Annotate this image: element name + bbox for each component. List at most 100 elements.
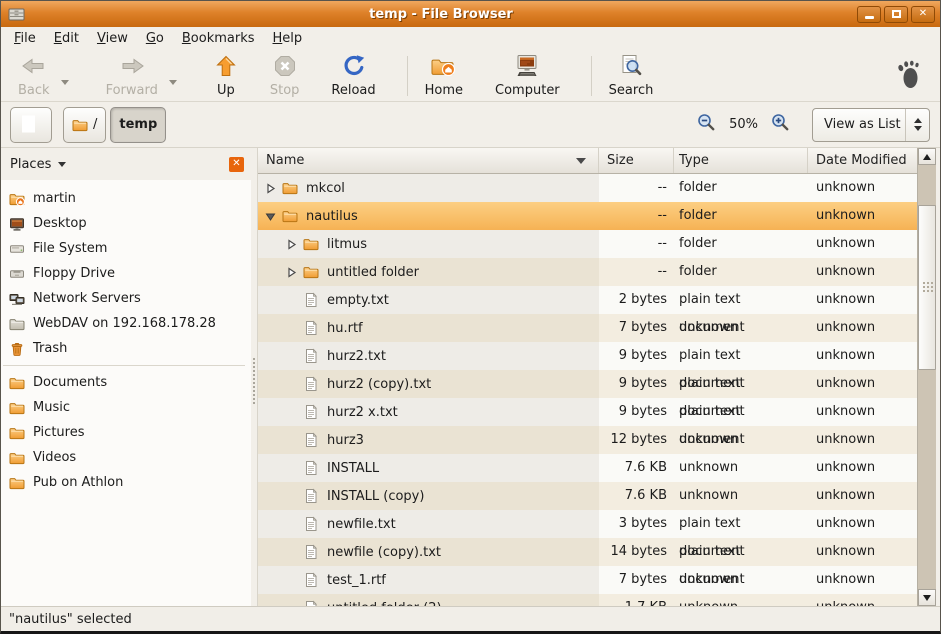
table-row[interactable]: hurz2.txt9 bytesplain text documentunkno…	[258, 342, 917, 370]
sidebar-item-videos[interactable]: Videos	[1, 445, 251, 470]
table-row[interactable]: newfile.txt3 bytesplain text documentunk…	[258, 510, 917, 538]
sidebar-item-label: Desktop	[33, 216, 87, 231]
folder-icon	[282, 208, 298, 224]
type-cell: unknown	[674, 482, 808, 510]
path-button-label: temp	[119, 117, 157, 132]
user-home-icon	[9, 191, 25, 207]
computer-icon	[514, 54, 540, 82]
menu-go[interactable]: Go	[137, 29, 173, 48]
table-row[interactable]: litmus--folderunknown	[258, 230, 917, 258]
expander-open-icon[interactable]	[264, 210, 276, 222]
sidebar-item-music[interactable]: Music	[1, 395, 251, 420]
date-modified-cell: unknown	[808, 202, 917, 230]
sidebar-item-trash[interactable]: Trash	[1, 336, 251, 361]
toolbar-separator	[407, 56, 408, 96]
table-row[interactable]: INSTALL (copy)7.6 KBunknownunknown	[258, 482, 917, 510]
name-cell: hurz3	[258, 426, 599, 454]
sidebar-item-pictures[interactable]: Pictures	[1, 420, 251, 445]
close-button[interactable]: ✕	[911, 6, 935, 23]
column-header-date-modified[interactable]: Date Modified	[808, 148, 917, 173]
sidebar-item-martin[interactable]: martin	[1, 186, 251, 211]
scroll-up-icon	[923, 154, 931, 160]
reload-button[interactable]: Reload	[322, 52, 384, 100]
view-mode-selector[interactable]: View as List	[812, 108, 930, 142]
column-header-type[interactable]: Type	[674, 148, 808, 173]
name-cell: hu.rtf	[258, 314, 599, 342]
sidebar-close-button[interactable]: ✕	[229, 157, 244, 172]
sidebar-item-label: Music	[33, 400, 70, 415]
menu-bookmarks[interactable]: Bookmarks	[173, 29, 264, 48]
chevron-down-icon[interactable]	[61, 80, 69, 85]
sidebar-item-file-system[interactable]: File System	[1, 236, 251, 261]
table-row[interactable]: hurz2 (copy).txt9 bytesplain text docume…	[258, 370, 917, 398]
up-button[interactable]: Up	[205, 52, 247, 100]
sidebar-item-network-servers[interactable]: Network Servers	[1, 286, 251, 311]
zoom-in-button[interactable]	[771, 113, 790, 136]
pane-resize-handle[interactable]	[251, 148, 257, 606]
column-header-size[interactable]: Size	[599, 148, 674, 173]
chevron-down-icon[interactable]	[169, 80, 177, 85]
path-button-temp[interactable]: temp	[110, 107, 166, 143]
scroll-up-button[interactable]	[918, 148, 936, 165]
table-row[interactable]: untitled folder--folderunknown	[258, 258, 917, 286]
vertical-scrollbar[interactable]	[917, 148, 936, 606]
size-cell: 1.7 KB	[599, 594, 674, 606]
file-icon	[303, 320, 319, 336]
sidebar-item-pub-on-athlon[interactable]: Pub on Athlon	[1, 470, 251, 495]
table-row[interactable]: hurz2 x.txt9 bytesplain text documentunk…	[258, 398, 917, 426]
table-row[interactable]: empty.txt2 bytesplain text documentunkno…	[258, 286, 917, 314]
expander-closed-icon[interactable]	[285, 266, 297, 278]
folder-icon	[72, 117, 88, 133]
table-row[interactable]: INSTALL7.6 KBunknownunknown	[258, 454, 917, 482]
date-modified-cell: unknown	[808, 258, 917, 286]
file-browser-window: temp - File Browser ✕ FileEditViewGoBook…	[0, 0, 941, 634]
sidebar-item-webdav-on-192-168-178-28[interactable]: WebDAV on 192.168.178.28	[1, 311, 251, 336]
file-icon	[303, 376, 319, 392]
toolbar-button-label: Computer	[495, 84, 560, 98]
date-modified-cell: unknown	[808, 482, 917, 510]
menu-view[interactable]: View	[88, 29, 137, 48]
size-cell: 12 bytes	[599, 426, 674, 454]
scrollbar-thumb[interactable]	[918, 205, 936, 370]
edit-location-toggle[interactable]	[10, 107, 52, 143]
titlebar[interactable]: temp - File Browser ✕	[1, 1, 940, 27]
table-row[interactable]: untitled folder (2)1.7 KBunknownunknown	[258, 594, 917, 606]
expander-closed-icon[interactable]	[285, 238, 297, 250]
name-cell: untitled folder (2)	[258, 594, 599, 606]
minimize-button[interactable]	[857, 6, 881, 23]
file-icon	[303, 600, 319, 606]
column-header-name[interactable]: Name	[258, 148, 599, 173]
type-cell: plain text document	[674, 370, 808, 398]
scroll-down-button[interactable]	[918, 589, 936, 606]
table-row[interactable]: hu.rtf7 bytesunknownunknown	[258, 314, 917, 342]
file-name: newfile (copy).txt	[327, 545, 441, 560]
maximize-button[interactable]	[884, 6, 908, 23]
table-row[interactable]: hurz312 bytesunknownunknown	[258, 426, 917, 454]
zoom-out-button[interactable]	[697, 113, 716, 136]
date-modified-cell: unknown	[808, 566, 917, 594]
path-button-[interactable]: /	[63, 107, 106, 143]
sidebar-header: Places ✕	[1, 148, 251, 180]
places-selector[interactable]: Places	[10, 157, 51, 172]
menu-file[interactable]: File	[5, 29, 45, 48]
folder-icon	[282, 180, 298, 196]
close-icon: ✕	[919, 9, 927, 19]
table-row[interactable]: nautilus--folderunknown	[258, 202, 917, 230]
computer-button[interactable]: Computer	[486, 52, 569, 100]
menu-edit[interactable]: Edit	[45, 29, 88, 48]
sidebar-item-label: WebDAV on 192.168.178.28	[33, 316, 216, 331]
menu-help[interactable]: Help	[264, 29, 312, 48]
table-row[interactable]: newfile (copy).txt14 bytesplain text doc…	[258, 538, 917, 566]
table-row[interactable]: mkcol--folderunknown	[258, 174, 917, 202]
sidebar-item-desktop[interactable]: Desktop	[1, 211, 251, 236]
table-row[interactable]: test_1.rtf7 bytesunknownunknown	[258, 566, 917, 594]
expander-closed-icon[interactable]	[264, 182, 276, 194]
name-cell: untitled folder	[258, 258, 599, 286]
expander-spacer	[285, 350, 297, 362]
sidebar-item-floppy-drive[interactable]: Floppy Drive	[1, 261, 251, 286]
search-button[interactable]: Search	[600, 52, 663, 100]
home-button[interactable]: Home	[416, 52, 472, 100]
sidebar-item-documents[interactable]: Documents	[1, 370, 251, 395]
folder-icon	[9, 375, 25, 391]
sidebar-item-label: Pictures	[33, 425, 84, 440]
